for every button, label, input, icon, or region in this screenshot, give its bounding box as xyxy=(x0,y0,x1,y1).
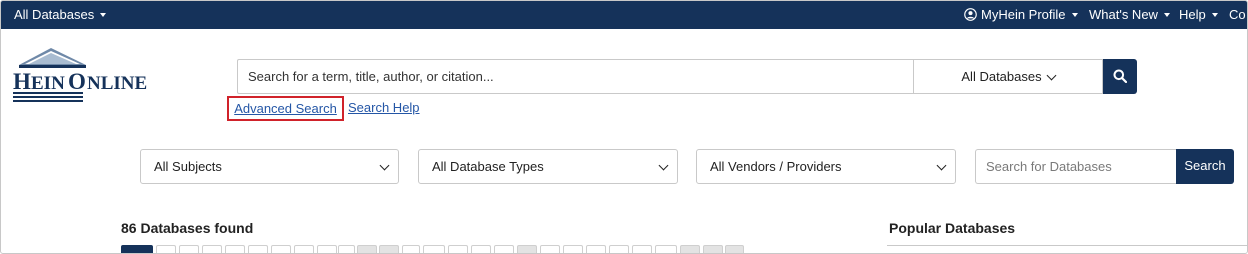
advanced-search-link[interactable]: Advanced Search xyxy=(234,101,337,116)
whats-new-menu[interactable]: What's New xyxy=(1089,1,1170,29)
divider xyxy=(887,245,1247,246)
all-databases-menu-label: All Databases xyxy=(14,7,95,22)
database-search-button[interactable]: Search xyxy=(1176,149,1234,184)
database-types-filter-label: All Database Types xyxy=(432,159,544,174)
pager-button[interactable] xyxy=(248,245,268,253)
caret-down-icon xyxy=(1071,12,1078,17)
myhein-profile-menu[interactable]: MyHein Profile xyxy=(964,1,1078,29)
pager-button[interactable] xyxy=(725,245,744,253)
pager-button[interactable] xyxy=(338,245,355,253)
pager-button[interactable] xyxy=(357,245,377,253)
pager-button[interactable] xyxy=(517,245,537,253)
chevron-down-icon xyxy=(936,160,947,171)
heinonline-logo-graphic: H EIN O NLINE xyxy=(13,48,147,102)
pager-button[interactable] xyxy=(202,245,222,253)
whats-new-label: What's New xyxy=(1089,7,1158,22)
pager-button[interactable] xyxy=(402,245,420,253)
pager-button[interactable] xyxy=(632,245,652,253)
subjects-filter-label: All Subjects xyxy=(154,159,222,174)
pager-button[interactable] xyxy=(121,245,153,253)
app-frame: All Databases MyHein Profile What's New … xyxy=(0,0,1248,254)
pager-button[interactable] xyxy=(609,245,629,253)
contact-menu-label: Co xyxy=(1229,7,1246,22)
help-menu-label: Help xyxy=(1179,7,1206,22)
search-help-container: Search Help xyxy=(348,96,420,121)
pager-button[interactable] xyxy=(471,245,491,253)
pager-button[interactable] xyxy=(448,245,468,253)
search-button[interactable] xyxy=(1103,59,1137,94)
main-search-input[interactable] xyxy=(237,59,913,94)
pager-button[interactable] xyxy=(540,245,560,253)
caret-down-icon xyxy=(1211,12,1218,17)
user-circle-icon xyxy=(964,8,977,21)
search-scope-label: All Databases xyxy=(961,69,1042,84)
caret-down-icon xyxy=(100,12,107,17)
vendors-filter-label: All Vendors / Providers xyxy=(710,159,842,174)
chevron-down-icon xyxy=(1046,70,1057,81)
svg-text:O: O xyxy=(68,69,86,94)
databases-found-count: 86 Databases found xyxy=(121,220,254,236)
pager-button[interactable] xyxy=(586,245,606,253)
svg-text:NLINE: NLINE xyxy=(87,73,147,94)
pager-button[interactable] xyxy=(379,245,399,253)
svg-text:H: H xyxy=(13,69,31,94)
pager-button[interactable] xyxy=(563,245,583,253)
vendors-filter[interactable]: All Vendors / Providers xyxy=(696,149,956,184)
main-search-bar: All Databases xyxy=(237,59,1137,94)
pager-button[interactable] xyxy=(317,245,337,253)
pager-button[interactable] xyxy=(179,245,199,253)
pager-button[interactable] xyxy=(703,245,723,253)
search-icon xyxy=(1113,69,1127,83)
caret-down-icon xyxy=(1163,12,1170,17)
pager-button[interactable] xyxy=(294,245,314,253)
all-databases-menu[interactable]: All Databases xyxy=(14,1,107,29)
search-help-link[interactable]: Search Help xyxy=(348,100,420,115)
help-menu[interactable]: Help xyxy=(1179,1,1218,29)
pager-button[interactable] xyxy=(156,245,176,253)
contact-menu[interactable]: Co xyxy=(1229,1,1246,29)
pager-button[interactable] xyxy=(225,245,245,253)
pager-button[interactable] xyxy=(680,245,700,253)
chevron-down-icon xyxy=(658,160,669,171)
advanced-search-highlight: Advanced Search xyxy=(227,96,344,121)
search-scope-dropdown[interactable]: All Databases xyxy=(913,59,1103,94)
database-types-filter[interactable]: All Database Types xyxy=(418,149,678,184)
popular-databases-heading: Popular Databases xyxy=(889,220,1016,236)
myhein-profile-label: MyHein Profile xyxy=(981,7,1066,22)
subjects-filter[interactable]: All Subjects xyxy=(140,149,399,184)
top-navbar: All Databases MyHein Profile What's New … xyxy=(1,1,1247,29)
pager-button[interactable] xyxy=(271,245,291,253)
chevron-down-icon xyxy=(379,160,390,171)
pager-button[interactable] xyxy=(423,245,445,253)
svg-text:EIN: EIN xyxy=(31,73,65,94)
heinonline-logo[interactable]: H EIN O NLINE xyxy=(11,45,176,103)
pager-button[interactable] xyxy=(655,245,677,253)
database-search-input[interactable] xyxy=(975,149,1177,184)
pager-button[interactable] xyxy=(494,245,514,253)
